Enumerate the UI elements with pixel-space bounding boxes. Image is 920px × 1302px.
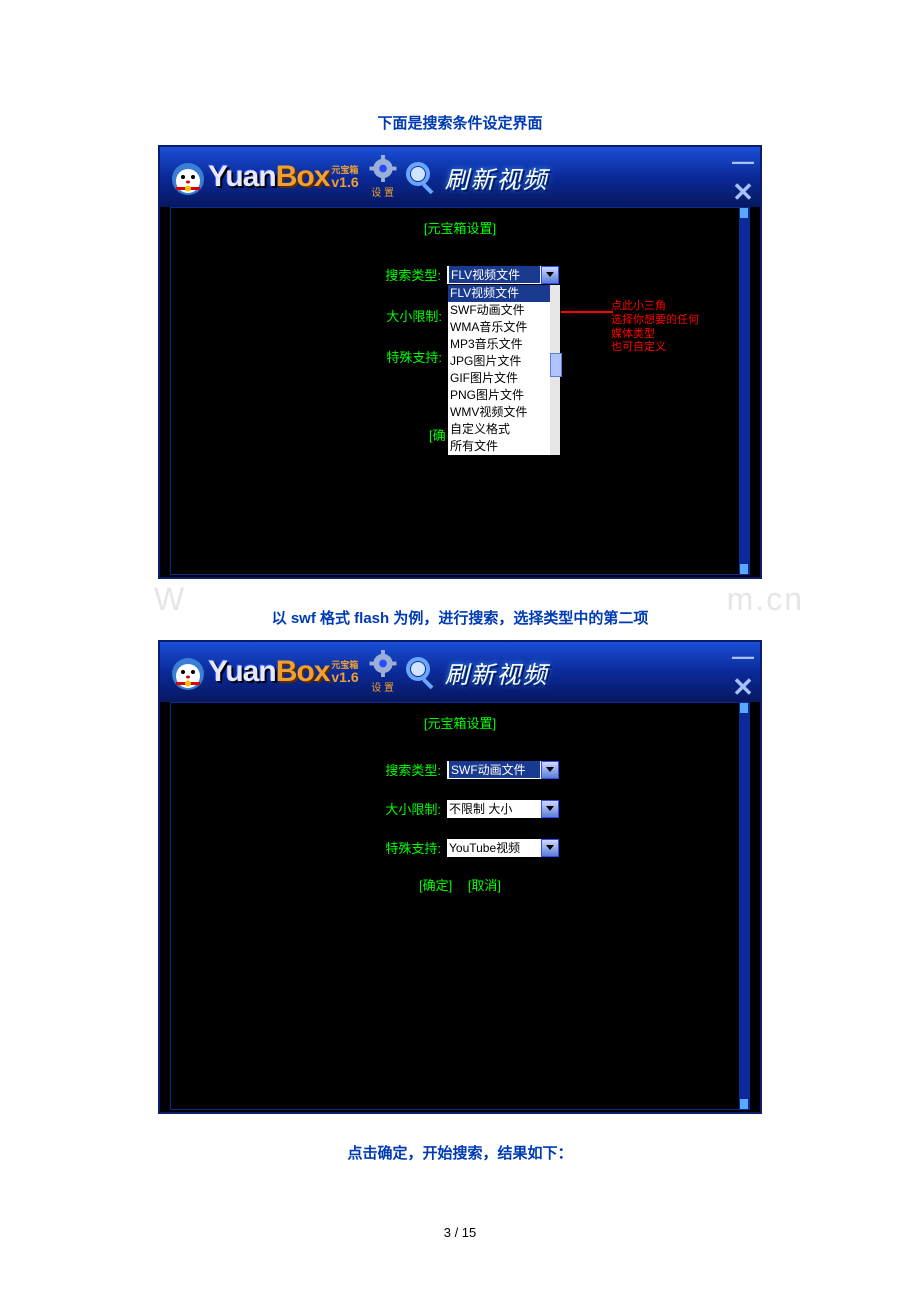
label-search-type: 搜索类型: bbox=[361, 265, 441, 284]
watermark-left: W bbox=[154, 581, 186, 618]
app-logo-text: YuanBox bbox=[208, 160, 329, 194]
list-item[interactable]: 自定义格式 bbox=[448, 421, 560, 438]
list-item[interactable]: JPG图片文件 bbox=[448, 353, 560, 370]
label-size-limit: 大小限制: bbox=[362, 306, 442, 325]
close-button[interactable]: ✕ bbox=[730, 672, 756, 703]
label-search-type: 搜索类型: bbox=[361, 760, 441, 779]
size-limit-dropdown[interactable]: 不限制 大小 bbox=[447, 800, 559, 818]
app-header: YuanBox 元宝箱 v1.6 设 置 bbox=[160, 147, 760, 209]
app-logo-subtitle: 元宝箱 v1.6 bbox=[331, 166, 358, 189]
confirm-button[interactable]: [确定] bbox=[419, 878, 452, 893]
dropdown-arrow-icon[interactable] bbox=[541, 800, 559, 818]
gear-icon bbox=[369, 155, 397, 182]
list-item[interactable]: WMV视频文件 bbox=[448, 404, 560, 421]
cat-mascot-icon bbox=[166, 155, 210, 199]
options-scrollbar[interactable] bbox=[550, 285, 560, 455]
search-type-dropdown[interactable]: FLV视频文件 FLV视频文件 SWF动画文件 WMA音乐文件 MP3音乐文件 … bbox=[447, 266, 559, 284]
screenshot-settings-dropdown: YuanBox 元宝箱 v1.6 设 置 bbox=[158, 145, 762, 579]
size-limit-value: 不限制 大小 bbox=[449, 800, 541, 817]
refresh-video-button[interactable]: 刷新视频 bbox=[445, 160, 549, 195]
panel-scrollbar[interactable] bbox=[739, 208, 749, 574]
minimize-button[interactable]: — bbox=[730, 644, 756, 670]
list-item[interactable]: PNG图片文件 bbox=[448, 387, 560, 404]
caption-top: 下面是搜索条件设定界面 bbox=[377, 112, 542, 133]
list-item[interactable]: MP3音乐文件 bbox=[448, 336, 560, 353]
settings-button[interactable]: 设 置 bbox=[365, 155, 401, 199]
search-type-options-list: FLV视频文件 SWF动画文件 WMA音乐文件 MP3音乐文件 JPG图片文件 … bbox=[447, 284, 561, 456]
search-type-value: SWF动画文件 bbox=[449, 761, 540, 778]
settings-panel: [元宝箱设置] 搜索类型: FLV视频文件 FLV视频文件 SWF动画文件 WM… bbox=[170, 207, 750, 575]
watermark-right: m.cn bbox=[727, 581, 804, 618]
label-special: 特殊支持: bbox=[362, 347, 442, 366]
settings-button[interactable]: 设 置 bbox=[365, 650, 401, 694]
confirm-partial-text: [确 bbox=[429, 425, 446, 444]
panel-title: [元宝箱设置] bbox=[171, 218, 749, 237]
list-item[interactable]: WMA音乐文件 bbox=[448, 319, 560, 336]
special-support-value: YouTube视频 bbox=[449, 839, 541, 856]
page-number: 3 / 15 bbox=[444, 1225, 477, 1240]
cat-mascot-icon bbox=[166, 650, 210, 694]
app-header: YuanBox 元宝箱 v1.6 设 置 bbox=[160, 642, 760, 704]
caption-bottom: 点击确定，开始搜索，结果如下： bbox=[347, 1142, 572, 1163]
settings-panel: [元宝箱设置] 搜索类型: SWF动画文件 大小限制: 不限制 大小 特殊支持: bbox=[170, 702, 750, 1110]
dropdown-arrow-icon[interactable] bbox=[541, 761, 559, 779]
dropdown-arrow-icon[interactable] bbox=[541, 266, 559, 284]
list-item[interactable]: GIF图片文件 bbox=[448, 370, 560, 387]
list-item[interactable]: 所有文件 bbox=[448, 438, 560, 455]
label-special: 特殊支持: bbox=[361, 838, 441, 857]
list-item[interactable]: SWF动画文件 bbox=[448, 302, 560, 319]
screenshot-settings-swf: YuanBox 元宝箱 v1.6 设 置 bbox=[158, 640, 762, 1114]
search-icon bbox=[403, 654, 439, 690]
panel-title: [元宝箱设置] bbox=[171, 713, 749, 732]
search-icon bbox=[403, 159, 439, 195]
minimize-button[interactable]: — bbox=[730, 149, 756, 175]
search-type-value: FLV视频文件 bbox=[449, 266, 540, 283]
gear-icon bbox=[369, 650, 397, 677]
app-logo-text: YuanBox bbox=[208, 655, 329, 689]
dropdown-arrow-icon[interactable] bbox=[541, 839, 559, 857]
refresh-video-button[interactable]: 刷新视频 bbox=[445, 655, 549, 690]
app-logo-subtitle: 元宝箱 v1.6 bbox=[331, 661, 358, 684]
caption-middle: 以 swf 格式 flash 为例，进行搜索，选择类型中的第二项 bbox=[272, 607, 649, 628]
special-support-dropdown[interactable]: YouTube视频 bbox=[447, 839, 559, 857]
list-item[interactable]: FLV视频文件 bbox=[448, 285, 560, 302]
label-size-limit: 大小限制: bbox=[361, 799, 441, 818]
close-button[interactable]: ✕ bbox=[730, 177, 756, 208]
cancel-button[interactable]: [取消] bbox=[468, 878, 501, 893]
search-type-dropdown[interactable]: SWF动画文件 bbox=[447, 761, 559, 779]
